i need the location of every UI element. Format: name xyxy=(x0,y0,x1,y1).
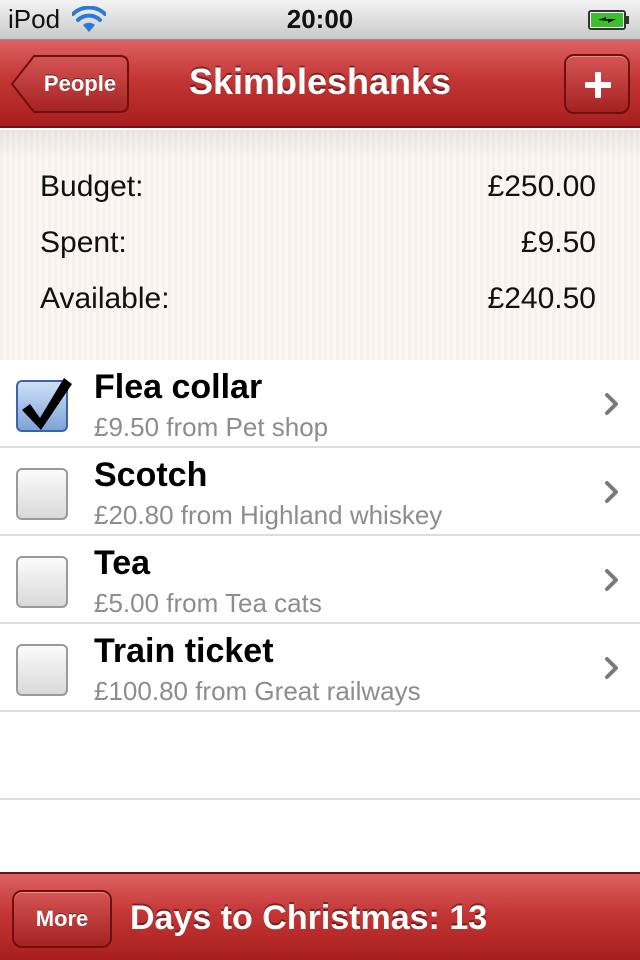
item-checkbox[interactable] xyxy=(16,468,68,520)
battery-charging-icon xyxy=(588,10,629,30)
more-button[interactable]: More xyxy=(12,890,112,948)
available-row: Available: £240.50 xyxy=(40,282,596,322)
back-button[interactable]: People xyxy=(10,54,130,114)
list-item[interactable]: Train ticket £100.80 from Great railways xyxy=(0,624,640,712)
chevron-right-icon xyxy=(605,481,618,503)
item-checkbox[interactable] xyxy=(16,644,68,696)
item-name: Train ticket xyxy=(94,632,274,670)
empty-row-divider xyxy=(0,798,640,800)
item-name: Flea collar xyxy=(94,368,263,406)
list-item[interactable]: Scotch £20.80 from Highland whiskey xyxy=(0,448,640,536)
item-checkbox[interactable] xyxy=(16,556,68,608)
item-detail: £20.80 from Highland whiskey xyxy=(94,500,443,530)
add-button[interactable] xyxy=(564,54,630,114)
available-label: Available: xyxy=(40,282,170,315)
list-item[interactable]: Tea £5.00 from Tea cats xyxy=(0,536,640,624)
budget-label: Budget: xyxy=(40,170,144,203)
checkmark-icon xyxy=(22,378,72,430)
item-detail: £100.80 from Great railways xyxy=(94,676,421,706)
list-item[interactable]: Flea collar £9.50 from Pet shop xyxy=(0,360,640,448)
spent-value: £9.50 xyxy=(520,226,596,259)
chevron-right-icon xyxy=(605,569,618,591)
budget-value: £250.00 xyxy=(487,170,596,203)
days-to-christmas-label: Days to Christmas: 13 xyxy=(130,899,488,937)
budget-summary: Budget: £250.00 Spent: £9.50 Available: … xyxy=(0,130,640,360)
item-name: Tea xyxy=(94,544,151,582)
navigation-bar: People Skimbleshanks xyxy=(0,40,640,128)
status-time: 20:00 xyxy=(286,4,354,34)
page-title: Skimbleshanks xyxy=(188,61,452,102)
available-value: £240.50 xyxy=(487,282,596,315)
item-checkbox[interactable] xyxy=(16,378,72,432)
status-bar: iPod 20:00 xyxy=(0,0,640,40)
budget-row: Budget: £250.00 xyxy=(40,170,596,210)
item-name: Scotch xyxy=(94,456,208,494)
chevron-right-icon xyxy=(605,657,618,679)
spent-label: Spent: xyxy=(40,226,127,259)
bottom-toolbar: More Days to Christmas: 13 xyxy=(0,872,640,960)
spent-row: Spent: £9.50 xyxy=(40,226,596,266)
item-detail: £5.00 from Tea cats xyxy=(94,588,322,618)
item-detail: £9.50 from Pet shop xyxy=(94,412,329,442)
chevron-right-icon xyxy=(605,393,618,415)
back-button-label: People xyxy=(43,71,117,96)
